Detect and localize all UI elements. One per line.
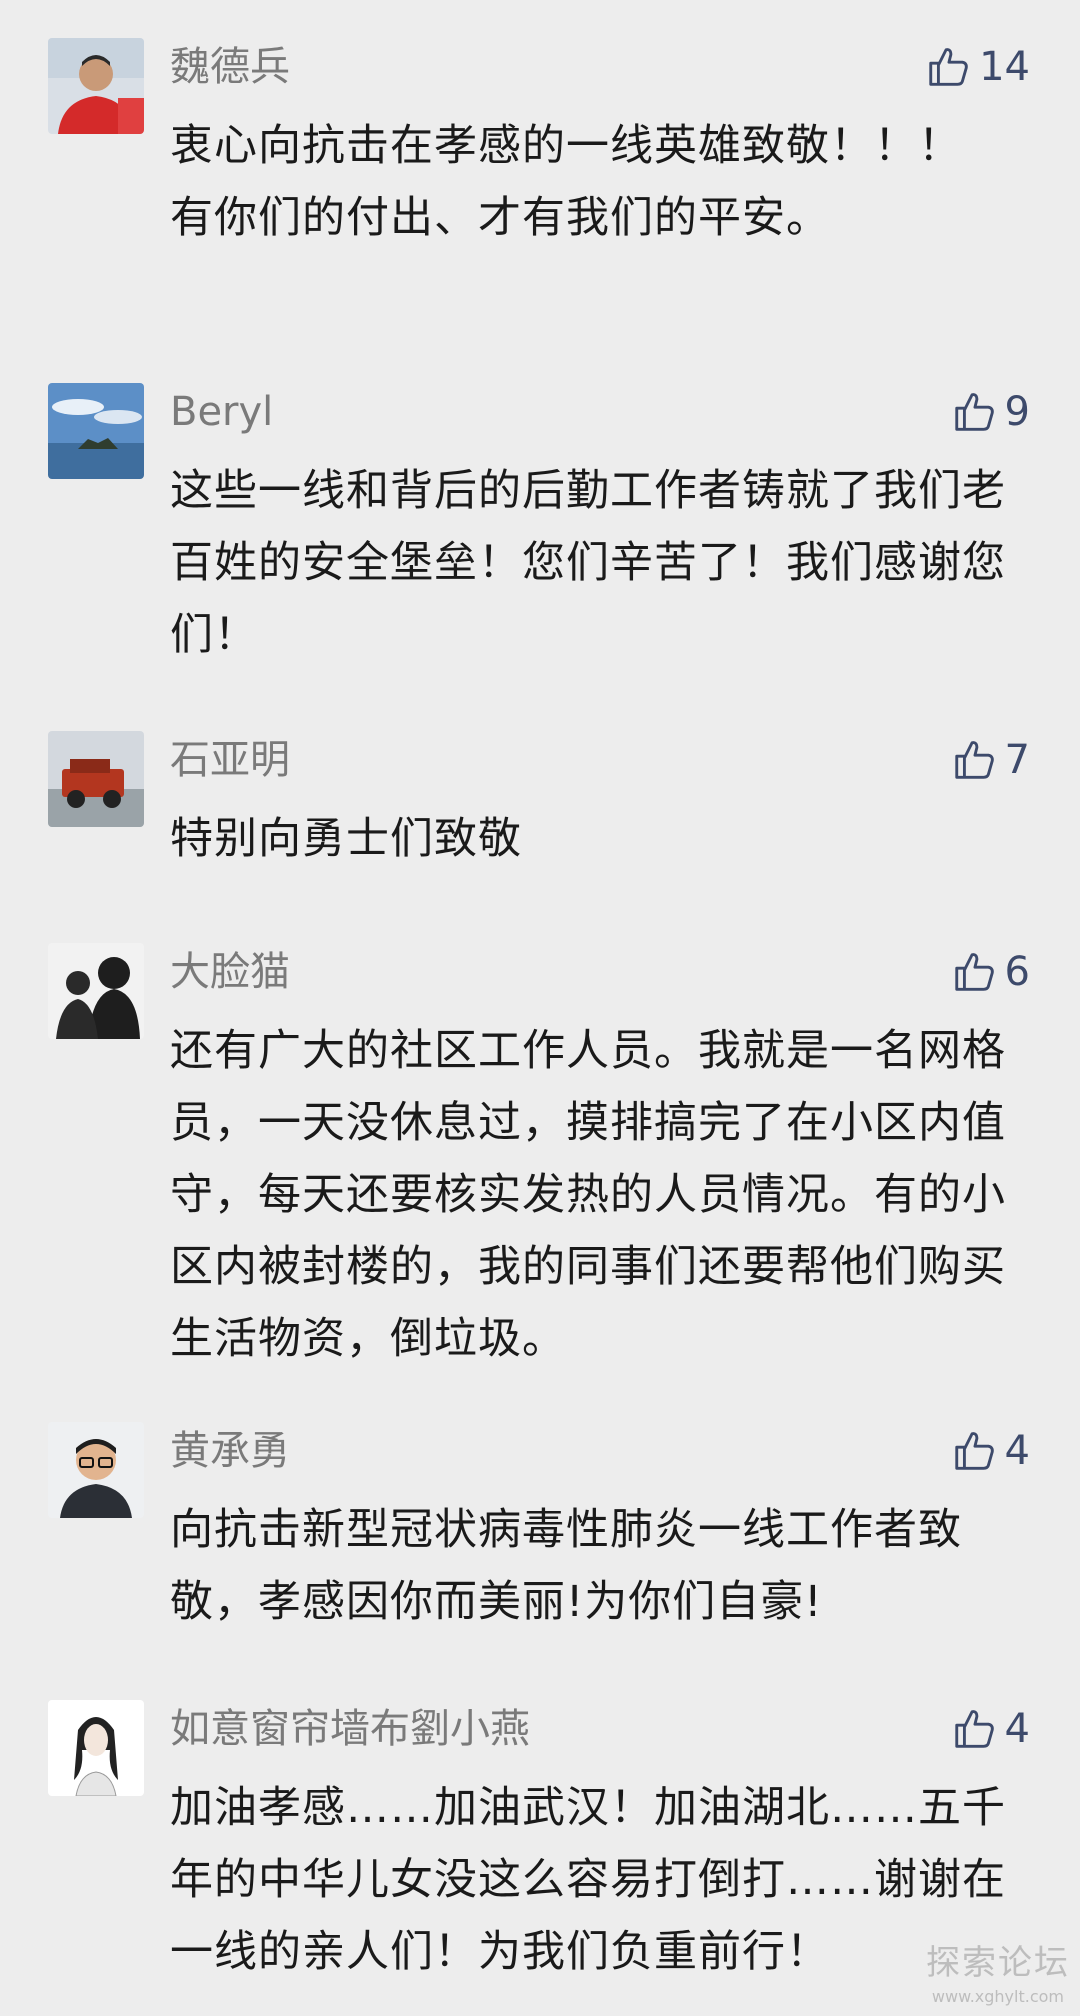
avatar[interactable]: [48, 1700, 144, 1796]
thumbs-up-icon: [954, 393, 994, 431]
like-button[interactable]: 7: [951, 735, 1030, 785]
avatar[interactable]: [48, 38, 144, 134]
like-button[interactable]: 14: [925, 42, 1030, 92]
like-count: 6: [1004, 949, 1030, 995]
like-button[interactable]: 4: [951, 1704, 1030, 1754]
avatar[interactable]: [48, 383, 144, 479]
commenter-name[interactable]: 石亚明: [170, 735, 290, 785]
man-red-shirt-avatar-icon: [48, 38, 144, 134]
watermark-url: www.xghylt.com: [931, 1987, 1064, 2006]
like-count: 9: [1004, 389, 1030, 435]
comment-text: 还有广大的社区工作人员。我就是一名网格员，一天没休息过，摸排搞完了在小区内值守，…: [170, 1026, 1006, 1364]
avatar[interactable]: [48, 731, 144, 827]
commenter-name[interactable]: 黄承勇: [170, 1426, 290, 1476]
avatar[interactable]: [48, 1422, 144, 1518]
like-button[interactable]: 9: [951, 387, 1030, 437]
comment-text: 特别向勇士们致敬: [170, 814, 522, 864]
comment-text: 向抗击新型冠状病毒性肺炎一线工作者致敬，孝感因你而美丽!为你们自豪!: [170, 1505, 962, 1627]
avatar[interactable]: [48, 943, 144, 1039]
like-count: 7: [1004, 737, 1030, 783]
thumbs-up-icon: [954, 1710, 994, 1748]
thumbs-up-icon: [929, 48, 968, 86]
comment-text: 这些一线和背后的后勤工作者铸就了我们老百姓的安全堡垒！您们辛苦了！我们感谢您们！: [170, 466, 1006, 660]
woman-sketch-avatar-icon: [48, 1700, 144, 1796]
like-count: 4: [1004, 1706, 1030, 1752]
mother-child-avatar-icon: [48, 943, 144, 1039]
sky-island-avatar-icon: [48, 383, 144, 479]
man-glasses-avatar-icon: [48, 1422, 144, 1518]
like-button[interactable]: 4: [951, 1426, 1030, 1476]
like-count: 4: [1004, 1428, 1030, 1474]
commenter-name[interactable]: Beryl: [170, 387, 273, 437]
thumbs-up-icon: [954, 1432, 994, 1470]
comment-text: 加油孝感……加油武汉！加油湖北……五千年的中华儿女没这么容易打倒打……谢谢在一线…: [170, 1783, 1006, 1977]
commenter-name[interactable]: 大脸猫: [170, 947, 290, 997]
commenter-name[interactable]: 魏德兵: [170, 42, 290, 92]
jeep-avatar-icon: [48, 731, 144, 827]
commenter-name[interactable]: 如意窗帘墙布劉小燕: [170, 1704, 530, 1754]
comment-text: 衷心向抗击在孝感的一线英雄致敬！！！ 有你们的付出、才有我们的平安。: [170, 121, 1080, 243]
watermark: 探索论坛: [926, 1943, 1070, 1983]
like-button[interactable]: 6: [951, 947, 1030, 997]
thumbs-up-icon: [954, 953, 994, 991]
thumbs-up-icon: [954, 741, 994, 779]
like-count: 14: [979, 44, 1030, 90]
